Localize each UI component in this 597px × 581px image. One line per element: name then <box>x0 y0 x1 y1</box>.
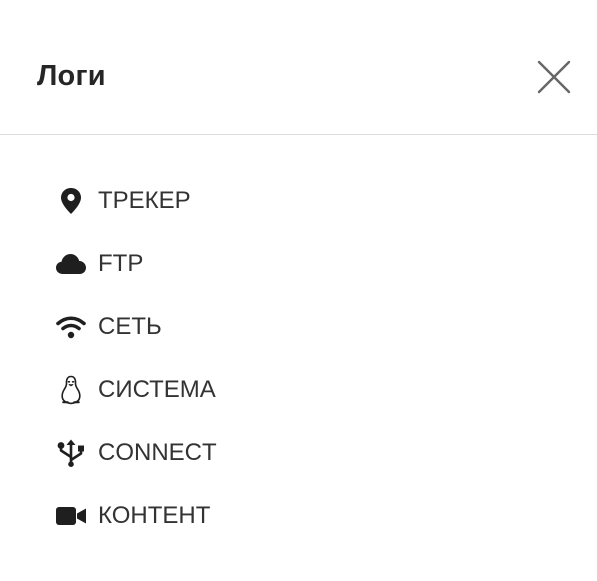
menu-item-ftp[interactable]: FTP <box>52 241 217 287</box>
menu-item-label: ТРЕКЕР <box>98 187 191 214</box>
menu-item-tracker[interactable]: ТРЕКЕР <box>52 178 217 224</box>
close-button[interactable] <box>532 55 576 99</box>
wifi-icon <box>52 304 90 350</box>
logs-menu: ТРЕКЕР FTP СЕТЬ СИСТЕМА CONNECT КОНТЕНТ <box>52 178 217 556</box>
close-icon <box>537 60 571 94</box>
dialog-title: Логи <box>37 60 106 92</box>
logs-dialog: Логи ТРЕКЕР FTP СЕТЬ СИСТЕМА CONNECT КОН… <box>0 0 597 581</box>
menu-item-system[interactable]: СИСТЕМА <box>52 367 217 413</box>
map-marker-icon <box>52 178 90 224</box>
video-camera-icon <box>52 493 90 539</box>
menu-item-label: КОНТЕНТ <box>98 502 211 529</box>
usb-icon <box>52 430 90 476</box>
menu-item-content[interactable]: КОНТЕНТ <box>52 493 217 539</box>
menu-item-label: CONNECT <box>98 439 217 466</box>
menu-item-label: FTP <box>98 250 144 277</box>
menu-item-label: СИСТЕМА <box>98 376 216 403</box>
cloud-icon <box>52 241 90 287</box>
linux-penguin-icon <box>52 367 90 413</box>
menu-item-label: СЕТЬ <box>98 313 162 340</box>
menu-item-connect[interactable]: CONNECT <box>52 430 217 476</box>
dialog-header: Логи <box>0 0 597 135</box>
menu-item-network[interactable]: СЕТЬ <box>52 304 217 350</box>
